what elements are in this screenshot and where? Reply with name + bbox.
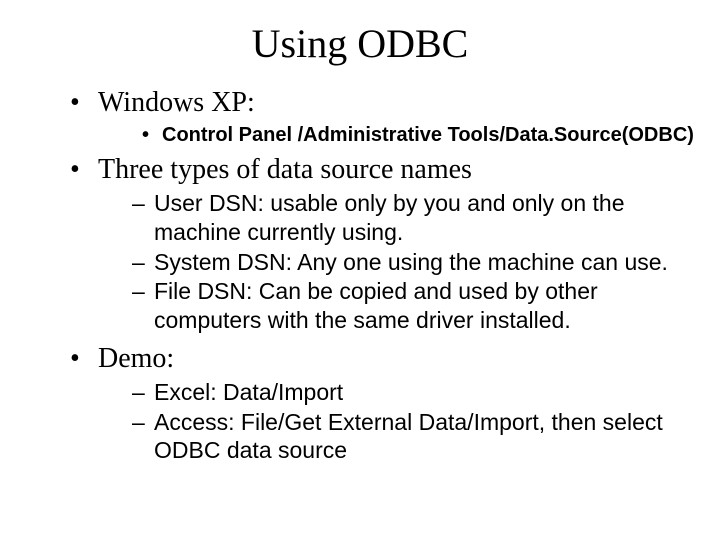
list-item: Windows XP: Control Panel /Administrativ… [70,85,720,148]
sub-list-item: System DSN: Any one using the machine ca… [132,248,680,277]
sub-list: Excel: Data/Import Access: File/Get Exte… [98,378,680,465]
slide: Using ODBC Windows XP: Control Panel /Ad… [0,0,720,540]
list-item: Demo: Excel: Data/Import Access: File/Ge… [70,341,720,465]
list-item: Three types of data source names User DS… [70,152,720,335]
sub-list-item: User DSN: usable only by you and only on… [132,189,680,247]
list-item-label: Windows XP: [98,87,255,118]
sub-list: User DSN: usable only by you and only on… [98,189,680,335]
sub-list-item: File DSN: Can be copied and used by othe… [132,277,680,335]
bullet-list: Windows XP: Control Panel /Administrativ… [0,85,720,465]
slide-title: Using ODBC [0,0,720,85]
sub-list-item: Access: File/Get External Data/Import, t… [132,408,680,466]
sub-list-item: Excel: Data/Import [132,378,680,407]
list-item-label: Three types of data source names [98,154,472,185]
sub-list: Control Panel /Administrative Tools/Data… [98,122,720,148]
list-item-label: Demo: [98,343,174,374]
sub-list-item: Control Panel /Administrative Tools/Data… [142,122,720,148]
